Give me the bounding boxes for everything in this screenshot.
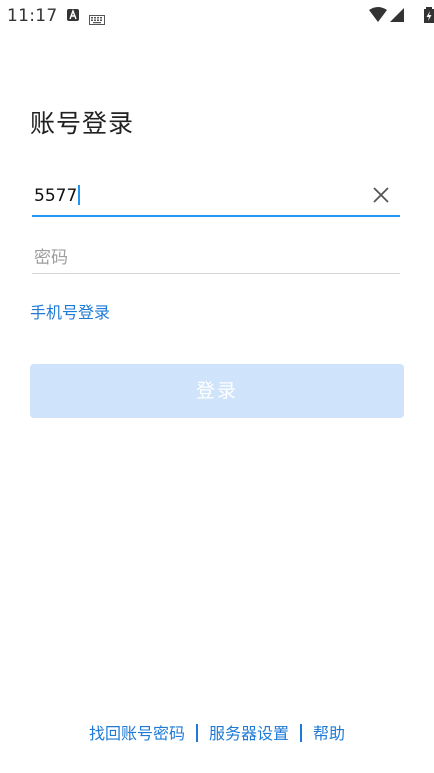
page-title: 账号登录 xyxy=(30,109,135,138)
cell-signal-icon xyxy=(390,8,404,22)
server-settings-link[interactable]: 服务器设置 xyxy=(209,724,289,743)
login-button[interactable]: 登录 xyxy=(30,364,404,418)
find-password-link[interactable]: 找回账号密码 xyxy=(89,724,185,743)
status-bar: 11:17 xyxy=(0,0,434,32)
clear-icon[interactable] xyxy=(372,186,390,204)
battery-icon xyxy=(424,7,434,23)
status-time: 11:17 xyxy=(7,6,58,26)
footer-divider xyxy=(195,724,198,742)
text-caret xyxy=(78,185,81,205)
password-placeholder: 密码 xyxy=(34,248,68,268)
a-notification-icon xyxy=(67,9,79,21)
account-input[interactable]: 5577 xyxy=(34,185,81,206)
wifi-icon xyxy=(369,7,387,22)
keyboard-icon xyxy=(89,10,105,29)
account-value: 5577 xyxy=(34,186,78,206)
account-field[interactable]: 5577 xyxy=(32,177,400,217)
phone-login-link[interactable]: 手机号登录 xyxy=(30,299,110,323)
help-link[interactable]: 帮助 xyxy=(313,724,345,743)
footer-links: 找回账号密码 服务器设置 帮助 xyxy=(0,720,434,744)
status-right-icons xyxy=(368,7,434,23)
password-field[interactable]: 密码 xyxy=(32,235,400,274)
footer-divider xyxy=(300,724,302,742)
